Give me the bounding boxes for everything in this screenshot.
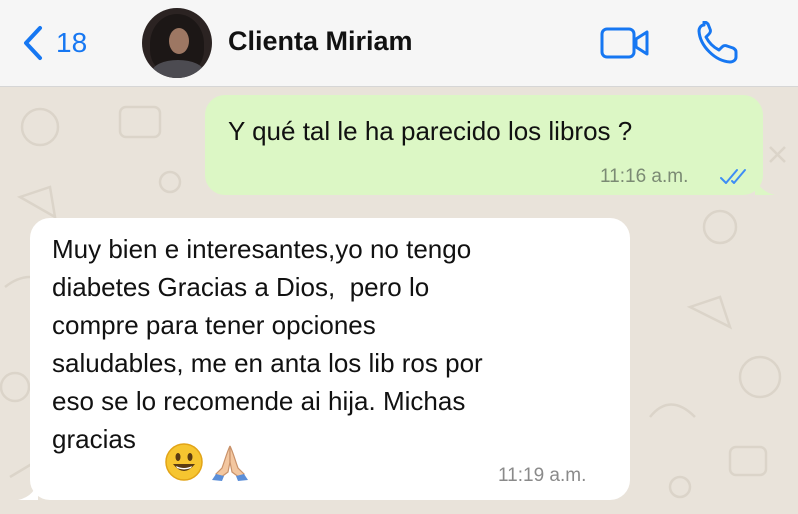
contact-name[interactable]: Clienta Miriam: [228, 26, 413, 57]
video-call-button[interactable]: [600, 26, 650, 65]
message-bubble-outgoing[interactable]: Y qué tal le ha parecido los libros ? 11…: [205, 95, 775, 195]
avatar[interactable]: [142, 8, 212, 78]
message-bubble-incoming[interactable]: Muy bien e interesantes,yo no tengo diab…: [18, 218, 630, 500]
message-line: Muy bien e interesantes,yo no tengo: [52, 234, 472, 264]
smiling-face-emoji: [165, 443, 203, 481]
video-camera-icon: [600, 27, 649, 59]
phone-icon: [697, 20, 738, 64]
message-text: Y qué tal le ha parecido los libros ?: [228, 116, 633, 146]
chevron-left-icon: [24, 26, 42, 60]
chat-header: 18 Clienta Miriam: [0, 0, 798, 87]
message-line: compre para tener opciones: [52, 310, 376, 340]
message-line: gracias: [52, 424, 136, 454]
double-check-icon: [720, 169, 746, 184]
back-button[interactable]: 18: [22, 22, 87, 64]
message-line: eso se lo recomende ai hija. Michas: [52, 386, 466, 416]
message-text: Muy bien e interesantes,yo no tengo diab…: [52, 230, 483, 458]
message-time: 11:16 a.m.: [600, 166, 689, 187]
message-time: 11:19 a.m.: [498, 465, 587, 486]
message-line: diabetes Gracias a Dios, pero lo: [52, 272, 430, 302]
message-line: saludables, me en anta los lib ros por: [52, 348, 483, 378]
folded-hands-emoji: [212, 445, 248, 481]
message-area[interactable]: Y qué tal le ha parecido los libros ? 11…: [0, 87, 798, 514]
unread-count: 18: [56, 27, 88, 58]
voice-call-button[interactable]: [696, 20, 740, 70]
